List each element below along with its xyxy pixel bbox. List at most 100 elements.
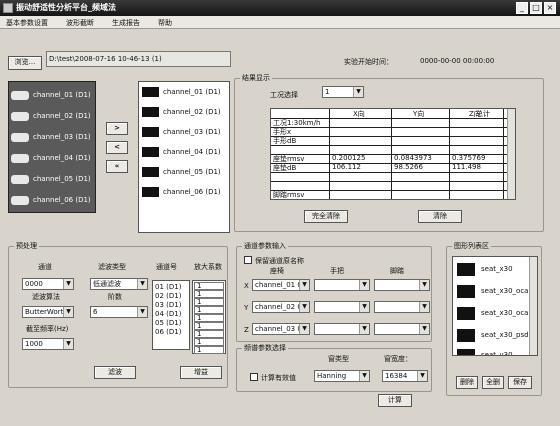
condition-select[interactable]: 1 ▼ [322, 86, 364, 98]
filter-type-select[interactable]: 低通滤波 ▼ [90, 278, 148, 290]
axis-label: Z [244, 326, 249, 334]
graph-item[interactable]: seat_x30_psd [457, 325, 537, 347]
seat-channel-select[interactable]: channel_02 0 ▼ [252, 301, 310, 313]
target-channel-item[interactable]: channel_05 (D1) [141, 164, 231, 180]
keep-name-checkbox[interactable] [244, 256, 252, 264]
chevron-down-icon: ▼ [419, 324, 429, 334]
filter-button[interactable]: 滤波 [94, 366, 136, 379]
list-item[interactable]: 06 (D1) [155, 328, 181, 336]
channel-no-label: 通道号 [156, 263, 177, 271]
list-item[interactable]: 01 (D1) [155, 283, 181, 291]
graph-list-scrollbar[interactable] [529, 257, 537, 355]
menu-waveform-truncate[interactable]: 波形截断 [66, 18, 94, 28]
clear-all-button[interactable]: 完全清除 [304, 210, 348, 223]
target-channel-list[interactable]: channel_01 (D1) channel_02 (D1) channel_… [138, 81, 230, 233]
filter-alg-label: 滤波算法 [32, 293, 60, 301]
gain-button[interactable]: 增益 [180, 366, 222, 379]
gain-input[interactable]: 1 [194, 346, 224, 354]
chevron-down-icon: ▼ [419, 302, 429, 312]
list-item[interactable]: 03 (D1) [155, 301, 181, 309]
minimize-button[interactable]: _ [516, 2, 528, 14]
gain-input[interactable]: 1 [194, 314, 224, 322]
chevron-down-icon: ▼ [419, 280, 429, 290]
gain-input[interactable]: 1 [194, 322, 224, 330]
waveform-icon [457, 329, 475, 342]
gain-list[interactable]: 1 1 1 1 1 1 1 1 1 [192, 280, 226, 354]
graph-item[interactable]: seat_x30_oca [457, 303, 537, 325]
table-scrollbar[interactable] [507, 109, 515, 199]
list-item[interactable]: 02 (D1) [155, 292, 181, 300]
menu-help[interactable]: 帮助 [158, 18, 172, 28]
table-header: Y向 [413, 110, 425, 118]
window-type-select[interactable]: Hanning ▼ [314, 370, 370, 382]
channel-icon [11, 91, 29, 100]
close-button[interactable]: × [544, 2, 556, 14]
waveform-icon [457, 263, 475, 276]
table-header: 总计 [476, 110, 490, 118]
clear-button[interactable]: 清除 [418, 210, 462, 223]
gain-input[interactable]: 1 [194, 306, 224, 314]
maximize-button[interactable]: □ [530, 2, 542, 14]
source-channel-item[interactable]: channel_02 (D1) [11, 107, 91, 125]
window-type-label: 窗类型 [328, 355, 349, 363]
source-channel-list[interactable]: channel_01 (D1) channel_02 (D1) channel_… [8, 81, 96, 213]
graph-list[interactable]: seat_x30 seat_x30_oca seat_x30_oca seat_… [452, 256, 538, 356]
target-channel-item[interactable]: channel_01 (D1) [141, 84, 231, 100]
gain-input[interactable]: 1 [194, 330, 224, 338]
gain-input[interactable]: 1 [194, 290, 224, 298]
foot-channel-select[interactable]: ▼ [374, 279, 430, 291]
delete-all-graphs-button[interactable]: 全删 [482, 376, 504, 389]
waveform-icon [142, 107, 159, 117]
graph-item[interactable]: seat_x30_oca [457, 281, 537, 303]
source-channel-item[interactable]: channel_04 (D1) [11, 149, 91, 167]
cutoff-label: 截至频率(Hz) [26, 325, 69, 333]
move-right-button[interactable]: > [106, 122, 128, 135]
menu-basic-settings[interactable]: 基本参数设置 [6, 18, 48, 28]
gain-input[interactable]: 1 [194, 338, 224, 346]
channel-params-label: 通道参数输入 [242, 241, 288, 251]
source-channel-item[interactable]: channel_03 (D1) [11, 128, 91, 146]
table-cell: 脚踏rmsv [273, 191, 305, 199]
waveform-icon [142, 147, 159, 157]
waveform-icon [457, 349, 475, 355]
source-channel-item[interactable]: channel_05 (D1) [11, 170, 91, 188]
list-item[interactable]: 05 (D1) [155, 319, 181, 327]
target-channel-item[interactable]: channel_06 (D1) [141, 184, 231, 200]
target-channel-item[interactable]: channel_04 (D1) [141, 144, 231, 160]
cutoff-select[interactable]: 1000 ▼ [22, 338, 74, 350]
list-item[interactable]: 04 (D1) [155, 310, 181, 318]
chevron-down-icon: ▼ [299, 280, 309, 290]
seat-channel-select[interactable]: channel_01 0 ▼ [252, 279, 310, 291]
source-channel-item[interactable]: channel_01 (D1) [11, 86, 91, 104]
hand-channel-select[interactable]: ▼ [314, 279, 370, 291]
graph-item[interactable]: seat_x30 [457, 259, 537, 281]
valid-value-checkbox[interactable] [250, 373, 258, 381]
seat-channel-select[interactable]: channel_03 0 ▼ [252, 323, 310, 335]
channel-select[interactable]: 0000 ▼ [22, 278, 74, 290]
move-left-button[interactable]: < [106, 141, 128, 154]
waveform-icon [457, 307, 475, 320]
hand-channel-select[interactable]: ▼ [314, 323, 370, 335]
delete-graph-button[interactable]: 删除 [456, 376, 478, 389]
target-channel-item[interactable]: channel_03 (D1) [141, 124, 231, 140]
order-select[interactable]: 6 ▼ [90, 306, 148, 318]
foot-channel-select[interactable]: ▼ [374, 301, 430, 313]
gain-input[interactable]: 1 [194, 282, 224, 290]
hand-channel-select[interactable]: ▼ [314, 301, 370, 313]
move-all-left-button[interactable]: « [106, 160, 128, 173]
graph-item[interactable]: seat_y30 [457, 345, 537, 355]
gain-label: 放大系数 [194, 263, 222, 271]
foot-channel-select[interactable]: ▼ [374, 323, 430, 335]
source-channel-item[interactable]: channel_06 (D1) [11, 191, 91, 209]
filter-alg-select[interactable]: ButterWorth ▼ [22, 306, 74, 318]
browse-button[interactable]: 浏览... [8, 56, 42, 70]
channel-no-list[interactable]: 01 (D1) 02 (D1) 03 (D1) 04 (D1) 05 (D1) … [152, 280, 190, 350]
save-graph-button[interactable]: 保存 [508, 376, 532, 389]
target-channel-item[interactable]: channel_02 (D1) [141, 104, 231, 120]
chevron-down-icon: ▼ [137, 279, 147, 289]
calculate-button[interactable]: 计算 [378, 394, 412, 407]
window-width-select[interactable]: 16384 ▼ [382, 370, 428, 382]
waveform-icon [142, 167, 159, 177]
gain-input[interactable]: 1 [194, 298, 224, 306]
menu-generate-report[interactable]: 生成报告 [112, 18, 140, 28]
